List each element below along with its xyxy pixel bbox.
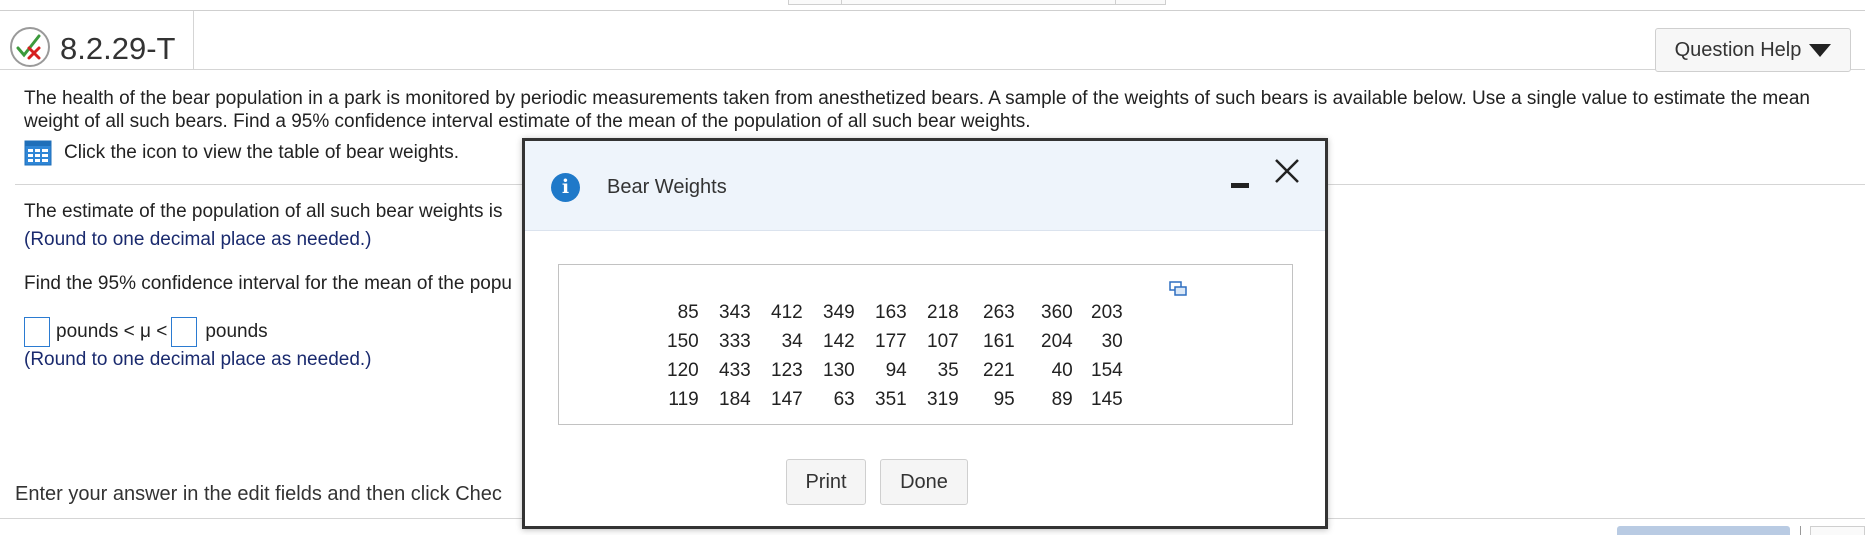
weight-cell: 123: [771, 359, 803, 381]
bear-weights-table: 85 343 412 349 163 218 263 360 203 150 333 34 142 177…: [667, 298, 1123, 414]
weight-cell: 163: [875, 301, 907, 323]
caret-down-icon: [1809, 43, 1832, 57]
table-row: 150 333 34 142 177 107 161 204 30: [667, 327, 1123, 356]
close-button[interactable]: [1273, 157, 1301, 187]
top-tab-strip[interactable]: [788, 0, 1166, 5]
weight-cell: 120: [667, 359, 699, 381]
weight-cell: 333: [719, 330, 751, 352]
check-answer-button[interactable]: [1617, 526, 1790, 535]
weight-cell: 349: [823, 301, 855, 323]
weight-cell: 343: [719, 301, 751, 323]
table-icon[interactable]: [24, 140, 52, 166]
view-table-link[interactable]: Click the icon to view the table of bear…: [24, 140, 459, 166]
weight-cell: 154: [1091, 359, 1123, 381]
weight-cell: 95: [993, 388, 1015, 410]
weight-cell: 204: [1041, 330, 1073, 352]
minimize-button[interactable]: [1231, 181, 1251, 188]
weight-cell: 177: [875, 330, 907, 352]
footer-separator: [1800, 526, 1801, 535]
weight-cell: 433: [719, 359, 751, 381]
footer-instruction: Enter your answer in the edit fields and…: [15, 483, 502, 505]
weight-cell: 142: [823, 330, 855, 352]
weight-cell: 412: [771, 301, 803, 323]
weight-cell: 119: [668, 388, 699, 410]
footer-button[interactable]: [1810, 526, 1865, 535]
question-id: 8.2.29-T: [60, 31, 176, 66]
interval-answer-row: pounds < μ < pounds: [24, 317, 268, 347]
table-row: 120 433 123 130 94 35 221 40 154: [667, 356, 1123, 385]
weight-cell: 130: [823, 359, 855, 381]
round-note: (Round to one decimal place as needed.): [24, 349, 372, 370]
interval-left-unit: pounds < μ <: [56, 321, 168, 342]
dialog-header: i Bear Weights: [525, 141, 1325, 231]
weight-cell: 35: [937, 359, 959, 381]
interval-right-unit: pounds: [205, 321, 268, 342]
header-divider: [193, 11, 194, 69]
table-link-label[interactable]: Click the icon to view the table of bear…: [64, 142, 459, 164]
weight-cell: 360: [1041, 301, 1073, 323]
lower-bound-input[interactable]: [24, 317, 50, 347]
question-help-button[interactable]: Question Help: [1655, 28, 1851, 72]
table-row: 119 184 147 63 351 319 95 89 145: [667, 385, 1123, 414]
bear-weights-table-box: 85 343 412 349 163 218 263 360 203 150 333 34 142 177…: [558, 264, 1293, 425]
weight-cell: 40: [1051, 359, 1073, 381]
weight-cell: 94: [885, 359, 907, 381]
question-help-label: Question Help: [1674, 38, 1802, 61]
weight-cell: 184: [719, 388, 751, 410]
partial-correct-icon: [10, 27, 50, 67]
weight-cell: 34: [781, 330, 803, 352]
minimize-icon: [1231, 183, 1249, 188]
weight-cell: 218: [927, 301, 959, 323]
weight-cell: 85: [677, 301, 699, 323]
weight-cell: 263: [983, 301, 1015, 323]
weight-cell: 147: [771, 388, 803, 410]
bear-weights-dialog: i Bear Weights 85 343 412 349 163 218 263 360 20…: [522, 138, 1328, 529]
weight-cell: 30: [1101, 330, 1123, 352]
weight-cell: 221: [983, 359, 1015, 381]
dialog-title: Bear Weights: [607, 176, 727, 198]
weight-cell: 161: [983, 330, 1015, 352]
weight-cell: 203: [1091, 301, 1123, 323]
tab-divider: [1115, 0, 1116, 4]
done-button[interactable]: Done: [880, 459, 968, 505]
weight-cell: 107: [927, 330, 959, 352]
estimate-prompt: The estimate of the population of all su…: [24, 201, 503, 222]
close-icon: [1275, 159, 1299, 183]
print-button[interactable]: Print: [786, 459, 866, 505]
expand-icon[interactable]: [1169, 281, 1187, 297]
ci-prompt: Find the 95% confidence interval for the…: [24, 273, 512, 294]
weight-cell: 145: [1091, 388, 1123, 410]
tab-divider: [841, 0, 842, 4]
table-row: 85 343 412 349 163 218 263 360 203: [667, 298, 1123, 327]
info-icon: i: [551, 173, 580, 202]
round-note: (Round to one decimal place as needed.): [24, 229, 372, 250]
upper-bound-input[interactable]: [171, 317, 198, 347]
weight-cell: 89: [1051, 388, 1073, 410]
weight-cell: 319: [927, 388, 959, 410]
weight-cell: 150: [667, 330, 699, 352]
weight-cell: 63: [833, 388, 855, 410]
weight-cell: 351: [875, 388, 907, 410]
question-text: The health of the bear population in a p…: [24, 88, 1810, 132]
question-header: 8.2.29-T Question Help: [0, 11, 1865, 72]
